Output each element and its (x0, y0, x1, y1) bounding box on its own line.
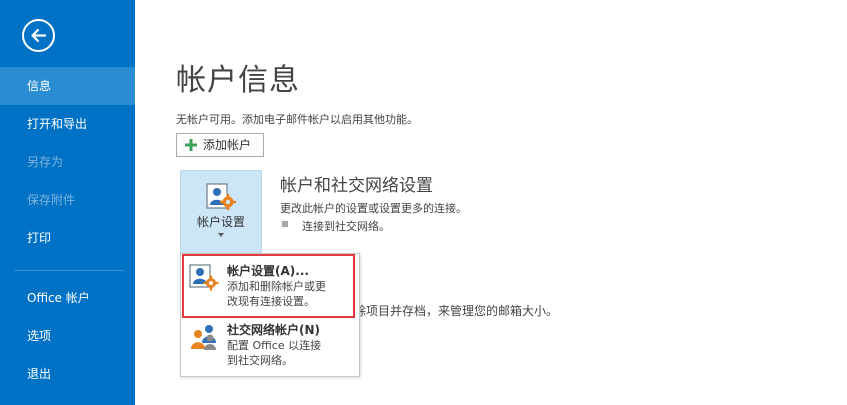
nav-item-options[interactable]: 选项 (0, 317, 135, 355)
menu-desc-line: 配置 Office 以连接 (227, 339, 322, 352)
no-account-message: 无帐户可用。添加电子邮件帐户以启用其他功能。 (176, 113, 418, 126)
menu-item-description: 添加和删除帐户或更 改现有连接设置。 (227, 279, 326, 309)
nav-item-print[interactable]: 打印 (0, 219, 135, 257)
account-settings-button[interactable]: 帐户设置 (180, 170, 262, 254)
nav-item-open-export[interactable]: 打开和导出 (0, 105, 135, 143)
nav-item-save-as: 另存为 (27, 155, 64, 169)
nav-item-office-account[interactable]: Office 帐户 (0, 279, 135, 317)
add-account-label: 添加帐户 (203, 138, 252, 152)
plus-icon (185, 139, 197, 151)
social-network-bullet: 连接到社交网络。 (302, 220, 390, 233)
chevron-down-icon (218, 233, 224, 237)
sidebar-divider (14, 270, 124, 271)
arrow-left-icon (31, 28, 47, 43)
nav-item-exit[interactable]: 退出 (0, 355, 135, 393)
people-icon (191, 325, 216, 350)
menu-item-title: 社交网络帐户(N) (227, 323, 321, 337)
mailbox-cleanup-description: 除项目并存档，来管理您的邮箱大小。 (354, 304, 559, 318)
account-settings-dropdown: 帐户设置(A)... 添加和删除帐户或更 改现有连接设置。 社交网络帐户(N) … (180, 253, 360, 377)
back-button[interactable] (22, 19, 55, 52)
account-settings-icon (206, 183, 236, 210)
account-settings-label: 帐户设置 (196, 215, 245, 229)
menu-item-social-network-accounts[interactable]: 社交网络帐户(N) 配置 Office 以连接 到社交网络。 (181, 319, 359, 373)
add-account-button[interactable]: 添加帐户 (176, 133, 264, 157)
account-settings-description: 更改此帐户的设置或设置更多的连接。 (280, 202, 467, 215)
account-settings-icon (189, 264, 219, 291)
menu-item-title: 帐户设置(A)... (227, 264, 309, 278)
menu-item-account-settings[interactable]: 帐户设置(A)... 添加和删除帐户或更 改现有连接设置。 (181, 260, 359, 316)
menu-desc-line: 添加和删除帐户或更 (227, 280, 326, 293)
page-title: 帐户信息 (176, 63, 300, 98)
bullet-icon (282, 221, 288, 227)
menu-desc-line: 到社交网络。 (227, 354, 293, 367)
nav-item-save-attachments: 保存附件 (27, 193, 76, 207)
menu-desc-line: 改现有连接设置。 (227, 295, 315, 308)
backstage-sidebar: 信息 打开和导出 另存为 保存附件 打印 Office 帐户 选项 退出 (0, 0, 135, 405)
menu-item-description: 配置 Office 以连接 到社交网络。 (227, 338, 321, 368)
account-settings-heading: 帐户和社交网络设置 (280, 176, 433, 196)
nav-item-info[interactable]: 信息 (0, 67, 135, 105)
